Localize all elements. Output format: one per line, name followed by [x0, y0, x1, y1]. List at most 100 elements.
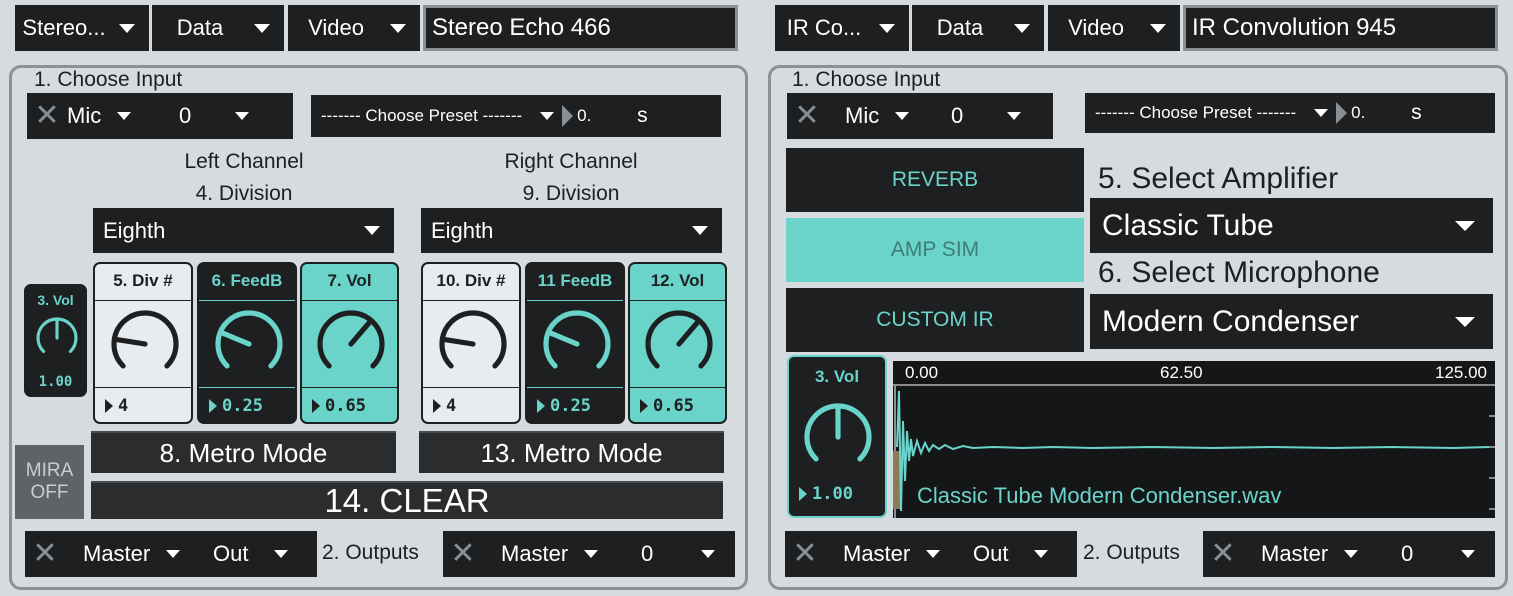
output-channel-select[interactable]: 0 [1401, 541, 1495, 567]
ir-waveform-display[interactable]: 0.00 62.50 125.00 Classic Tube Modern Co… [893, 361, 1495, 518]
close-icon[interactable]: ✕ [785, 539, 825, 569]
device-menu-label: IR Co... [786, 15, 862, 40]
output-channel-select[interactable]: 0 [641, 541, 735, 567]
chevron-down-icon [254, 23, 270, 33]
dial-value[interactable]: 0.65 [653, 396, 694, 416]
chevron-down-icon [1034, 550, 1049, 558]
left-feedback-dial[interactable]: 6. FeedB 0.25 [197, 262, 297, 424]
left-volume-dial[interactable]: 7. Vol 0.65 [300, 262, 399, 424]
device-name-field[interactable]: Stereo Echo 466 [423, 5, 738, 51]
right-division-label: 9. Division [522, 182, 620, 205]
output-bus-value: Master [501, 541, 569, 566]
preset-time-value[interactable]: 0. [1351, 103, 1411, 123]
custom-ir-mode-button[interactable]: CUSTOM IR [786, 288, 1084, 352]
dial-title: 5. Div # [113, 271, 173, 290]
knob-icon[interactable] [539, 306, 615, 382]
output-bus-select[interactable]: Master [1243, 541, 1401, 567]
chevron-down-icon [1150, 23, 1166, 33]
knob-icon[interactable] [33, 314, 81, 362]
knob-icon[interactable] [211, 306, 287, 382]
input-channel-select[interactable]: 0 [939, 103, 1039, 129]
play-arrow-icon [537, 399, 545, 413]
output-channel-value: Out [213, 541, 249, 566]
output-selector-1[interactable]: ✕ Master Out [25, 531, 317, 577]
microphone-select[interactable]: Modern Condenser [1090, 294, 1493, 349]
chevron-down-icon [584, 550, 599, 558]
chevron-down-icon [895, 112, 910, 120]
dial-value[interactable]: 4 [118, 396, 128, 416]
dial-value[interactable]: 1.00 [812, 484, 853, 504]
input-source-select[interactable]: Mic [67, 103, 179, 129]
dial-title: 12. Vol [650, 271, 705, 290]
device-menu-label: Stereo... [22, 15, 106, 40]
left-metro-mode-button[interactable]: 8. Metro Mode [91, 431, 396, 473]
knob-pointer [113, 336, 148, 347]
data-menu[interactable]: Data [152, 5, 284, 51]
reverb-mode-label: REVERB [891, 168, 979, 191]
output-selector-2[interactable]: ✕ Master 0 [443, 531, 735, 577]
right-feedback-dial[interactable]: 11 FeedB 0.25 [525, 262, 625, 424]
knob-icon[interactable] [435, 306, 511, 382]
close-icon[interactable]: ✕ [1203, 539, 1243, 569]
left-div-count-dial[interactable]: 5. Div # 4 [93, 262, 193, 424]
knob-ring [543, 310, 611, 369]
ir-volume-dial[interactable]: 3. Vol 1.00 [787, 355, 887, 518]
input-source-select[interactable]: Mic [827, 103, 939, 129]
dial-value[interactable]: 0.25 [550, 396, 591, 416]
right-division-select[interactable]: Eighth [421, 208, 722, 253]
master-volume-dial[interactable]: 3. Vol 1.00 [24, 284, 87, 397]
right-div-count-dial[interactable]: 10. Div # 4 [421, 262, 521, 424]
knob-icon[interactable] [641, 306, 717, 382]
knob-ring [645, 310, 713, 369]
amp-sim-mode-button[interactable]: AMP SIM [786, 218, 1084, 282]
knob-icon[interactable] [800, 399, 876, 475]
output-channel-select[interactable]: Out [973, 541, 1073, 567]
video-menu[interactable]: Video [288, 5, 420, 51]
amplifier-select[interactable]: Classic Tube [1090, 198, 1493, 253]
master-volume-value: 1.00 [38, 374, 73, 390]
right-division-value: Eighth [431, 217, 494, 243]
left-channel-heading: Left Channel [184, 150, 304, 173]
clear-button[interactable]: 14. CLEAR [91, 481, 723, 519]
preset-selector[interactable]: ------- Choose Preset ------- 0. s [311, 95, 721, 137]
output-selector-2[interactable]: ✕ Master 0 [1203, 531, 1495, 577]
play-arrow-icon [799, 487, 807, 501]
output-channel-select[interactable]: Out [213, 541, 313, 567]
input-selector[interactable]: ✕ Mic 0 [787, 93, 1053, 139]
knob-pointer [676, 319, 701, 347]
device-menu[interactable]: Stereo... [15, 5, 149, 51]
device-menu[interactable]: IR Co... [775, 5, 909, 51]
device-name-field[interactable]: IR Convolution 945 [1183, 5, 1498, 51]
reverb-mode-button[interactable]: REVERB [786, 148, 1084, 212]
left-division-select[interactable]: Eighth [93, 208, 394, 253]
close-icon[interactable]: ✕ [25, 539, 65, 569]
knob-icon[interactable] [313, 306, 389, 382]
output-bus-select[interactable]: Master [483, 541, 641, 567]
output-channel-value: 0 [1401, 541, 1414, 566]
close-icon[interactable]: ✕ [443, 539, 483, 569]
input-channel-select[interactable]: 0 [179, 103, 279, 129]
data-menu[interactable]: Data [912, 5, 1044, 51]
close-icon[interactable]: ✕ [27, 101, 67, 131]
output-channel-value: Out [973, 541, 1009, 566]
preset-selector[interactable]: ------- Choose Preset ------- 0. s [1085, 93, 1495, 133]
mira-line1: MIRA [25, 460, 74, 481]
chevron-down-icon [1455, 220, 1475, 231]
play-arrow-icon [105, 399, 113, 413]
output-selector-1[interactable]: ✕ Master Out [785, 531, 1077, 577]
right-metro-mode-button[interactable]: 13. Metro Mode [419, 431, 724, 473]
output-bus-select[interactable]: Master [825, 541, 973, 567]
video-menu[interactable]: Video [1048, 5, 1180, 51]
output-bus-select[interactable]: Master [65, 541, 213, 567]
dial-value[interactable]: 4 [446, 396, 456, 416]
knob-icon[interactable] [107, 306, 183, 382]
mira-toggle[interactable]: MIRA OFF [15, 445, 84, 519]
dial-value[interactable]: 0.25 [222, 396, 263, 416]
input-selector[interactable]: ✕ Mic 0 [27, 93, 293, 139]
close-icon[interactable]: ✕ [787, 101, 827, 131]
output-channel-value: 0 [641, 541, 654, 566]
play-arrow-icon [562, 105, 574, 127]
dial-value[interactable]: 0.65 [325, 396, 366, 416]
preset-time-value[interactable]: 0. [577, 106, 637, 126]
right-volume-dial[interactable]: 12. Vol 0.65 [628, 262, 727, 424]
